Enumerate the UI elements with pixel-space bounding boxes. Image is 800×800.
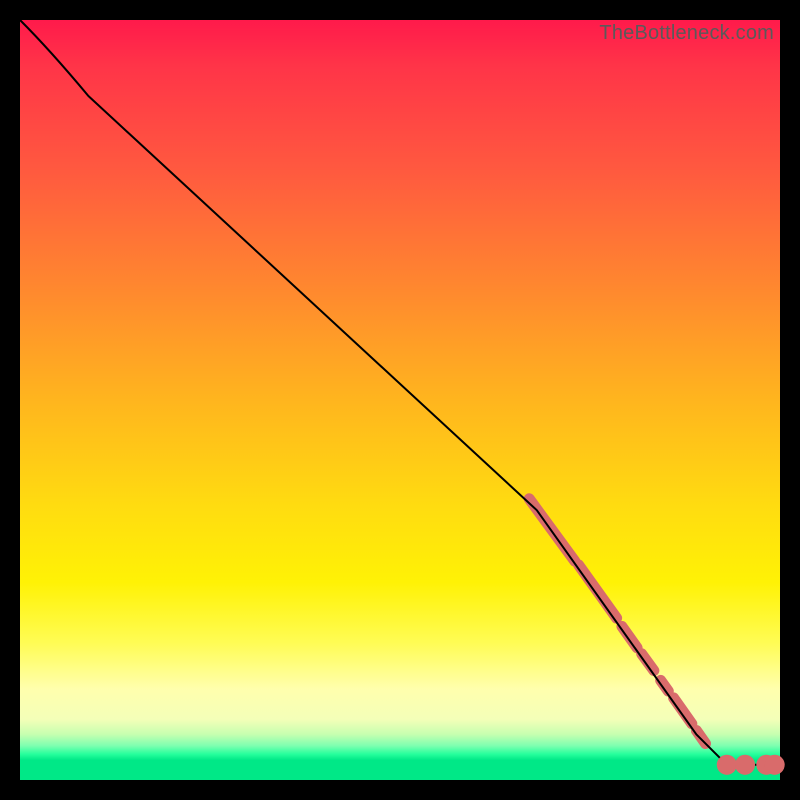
highlight-segment <box>579 565 617 618</box>
highlight-dot <box>765 755 785 775</box>
chart-overlay <box>20 20 780 780</box>
highlight-dot <box>717 755 737 775</box>
highlight-dot <box>735 755 755 775</box>
highlight-dots <box>717 755 785 775</box>
highlight-segment <box>674 698 692 724</box>
chart-frame: TheBottleneck.com <box>0 0 800 800</box>
highlight-segment <box>642 654 654 671</box>
main-curve <box>20 20 780 765</box>
highlight-segment <box>622 626 637 647</box>
plot-area: TheBottleneck.com <box>20 20 780 780</box>
